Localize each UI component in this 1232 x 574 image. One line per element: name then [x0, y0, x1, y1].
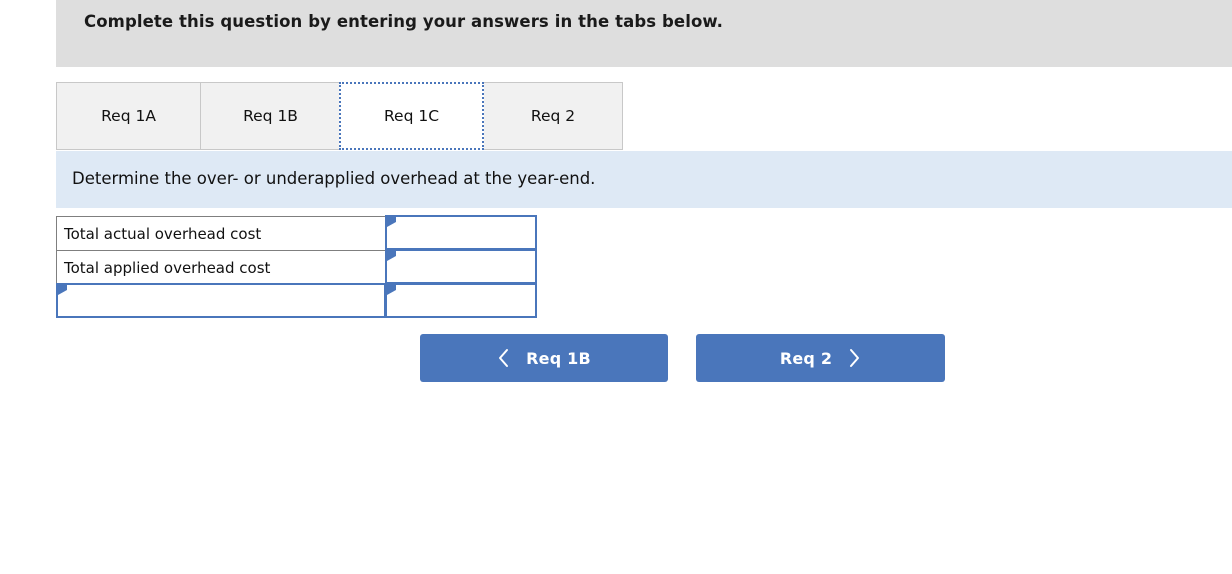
chevron-right-icon [848, 348, 861, 368]
answer-table: Total actual overhead cost Total applied… [56, 215, 537, 318]
tab-req-2[interactable]: Req 2 [483, 82, 623, 150]
tab-req-1a[interactable]: Req 1A [56, 82, 201, 150]
next-requirement-button[interactable]: Req 2 [696, 334, 945, 382]
table-row: Total applied overhead cost [56, 249, 537, 284]
chevron-left-icon [497, 348, 510, 368]
result-label-input-cell[interactable] [56, 283, 387, 318]
over-or-underapplied-amount-input[interactable] [387, 285, 535, 316]
exercise-page: Complete this question by entering your … [0, 0, 1232, 574]
tab-req-1b[interactable]: Req 1B [200, 82, 341, 150]
total-applied-overhead-cost-input[interactable] [387, 251, 535, 282]
tab-label: Req 1C [383, 107, 440, 125]
prev-requirement-button[interactable]: Req 1B [420, 334, 668, 382]
sub-instruction-bar: Determine the over- or underapplied over… [56, 151, 1232, 208]
cell-marker-icon [387, 285, 397, 295]
row-label-total-applied-overhead-cost: Total applied overhead cost [56, 250, 386, 284]
table-row: Total actual overhead cost [56, 215, 537, 250]
instruction-banner: Complete this question by entering your … [56, 0, 1232, 67]
requirement-tabs: Req 1A Req 1B Req 1C Req 2 [56, 82, 1232, 150]
value-input-cell[interactable] [385, 283, 537, 318]
cell-marker-icon [387, 251, 396, 261]
row-label-total-actual-overhead-cost: Total actual overhead cost [56, 216, 386, 250]
value-input-cell[interactable] [385, 249, 537, 284]
over-or-underapplied-label-input[interactable] [58, 285, 385, 316]
next-requirement-label: Req 2 [779, 348, 833, 368]
sub-instruction-text: Determine the over- or underapplied over… [72, 169, 596, 188]
prev-requirement-label: Req 1B [526, 348, 591, 368]
tab-label: Req 1A [101, 107, 156, 125]
table-row [56, 283, 537, 318]
cell-marker-icon [387, 217, 396, 227]
tab-req-1c[interactable]: Req 1C [339, 82, 484, 150]
instruction-banner-text: Complete this question by entering your … [84, 12, 724, 31]
requirement-navigation: Req 1B Req 2 [420, 334, 980, 382]
total-actual-overhead-cost-input[interactable] [387, 217, 535, 248]
value-input-cell[interactable] [385, 215, 537, 250]
tab-label: Req 1B [243, 107, 298, 125]
tab-label: Req 2 [530, 107, 576, 125]
cell-marker-icon [58, 285, 67, 295]
